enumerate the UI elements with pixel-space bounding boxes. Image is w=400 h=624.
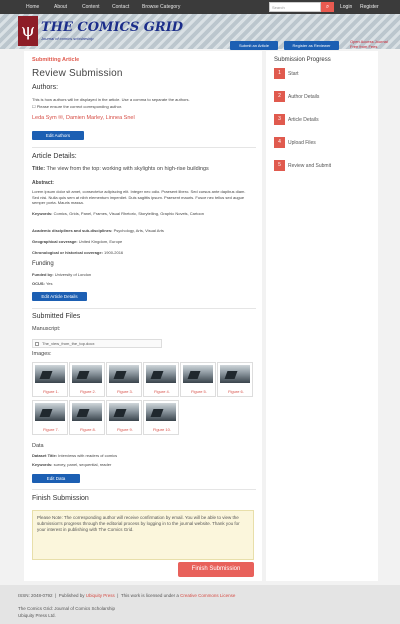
figure-image [35,403,65,421]
mail-icon: ✉ [58,115,63,121]
file-checkbox[interactable] [35,341,39,346]
abstract-text: Lorem ipsum dolor sit amet, consectetur … [32,189,246,205]
grant-info: OCUS: Yes [32,281,53,286]
search-input[interactable]: Search [269,2,321,12]
nav-home[interactable]: Home [26,4,39,10]
nav-contact[interactable]: Contact [112,4,129,10]
figure-image [183,365,213,383]
page-title: Review Submission [32,68,123,79]
progress-step-upload-files[interactable]: 4 Upload Files [274,137,374,149]
figure-image [109,403,139,421]
funding-heading: Funding [32,261,54,267]
funded-by: Funded by: University of London [32,272,92,277]
footer-info: ISSN: 2048-0792 | Published by Ubiquity … [18,593,236,598]
figure-image [35,365,65,383]
geo-coverage: Geographical coverage: United Kingdom, E… [32,239,123,244]
nav-browse[interactable]: Browse Category [142,4,180,10]
data-keywords: Keywords: survey, panel, sequential, rea… [32,462,112,467]
figure-thumbnail[interactable]: Figure 5. [180,362,216,397]
divider [32,489,256,490]
author-name[interactable]: Damien Marley [66,115,103,121]
figure-thumbnail[interactable]: Figure 7. [32,400,68,435]
submission-progress-sidebar: Submission Progress 1 Start 2 Author Det… [266,51,378,581]
top-nav: Home About Content Contact Browse Catego… [0,0,400,14]
figure-thumbnail[interactable]: Figure 9. [106,400,142,435]
search-icon: ⌕ [325,4,330,10]
footer-publisher: Ubiquity Press Ltd. [18,613,56,618]
divider [32,147,256,148]
images-label: Images: [32,351,52,357]
data-label: Data [32,443,44,449]
keywords: Keywords: Comics, Grids, Panel, Frames, … [32,211,205,216]
authors-heading: Authors: [32,84,59,91]
journal-logo[interactable]: ψ [18,16,38,46]
site-footer: ISSN: 2048-0792 | Published by Ubiquity … [0,585,400,624]
authors-note-2: ☐ Please ensure the correct correspondin… [32,104,123,109]
author-name[interactable]: Linnea Snel [106,115,135,121]
figure-thumbnail[interactable]: Figure 10. [143,400,179,435]
license-link[interactable]: Creative Commons License [180,593,235,598]
details-heading: Article Details: [32,153,77,160]
edit-data-button[interactable]: Edit Data [32,474,80,483]
breadcrumb: Submitting Article [32,57,80,63]
disciplines: Academic disciplines and sub-disciplines… [32,228,164,233]
figure-image [146,403,176,421]
search-button[interactable]: ⌕ [321,2,334,12]
figure-image [72,403,102,421]
figure-image [220,365,250,383]
footer-journal: The Comics Grid: Journal of Comics Schol… [18,606,116,611]
open-access-badge: Open Access Journal Free from Fees [350,39,388,49]
image-grid: Figure 1. Figure 2. Figure 3. Figure 4. … [32,362,254,436]
finish-notice: Please Note: The corresponding author wi… [32,510,254,560]
chrono-coverage: Chronological or historical coverage: 19… [32,250,124,255]
journal-subtitle: Journal of comics scholarship [41,36,94,41]
progress-step-article-details[interactable]: 3 Article Details [274,114,374,126]
register-link[interactable]: Register [360,4,379,10]
nav-about[interactable]: About [54,4,67,10]
edit-details-button[interactable]: Edit Article Details [32,292,87,301]
progress-step-author-details[interactable]: 2 Author Details [274,91,374,103]
figure-thumbnail[interactable]: Figure 4. [143,362,179,397]
progress-step-review-submit[interactable]: 5 Review and Submit [274,160,374,172]
article-title: Title: The view from the top: working wi… [32,166,209,172]
edit-authors-button[interactable]: Edit Authors [32,131,84,140]
manuscript-label: Manuscript: [32,326,61,332]
submit-article-button[interactable]: Submit an Article [230,41,278,50]
figure-thumbnail[interactable]: Figure 2. [69,362,105,397]
site-header: ψ THE COMICS GRID Journal of comics scho… [0,14,400,50]
author-name[interactable]: Leda Sym [32,115,57,121]
finish-submission-button[interactable]: Finish Submission [178,562,254,577]
finish-heading: Finish Submission [32,495,89,502]
figure-thumbnail[interactable]: Figure 6. [217,362,253,397]
figure-image [72,365,102,383]
author-list: Leda Sym ✉, Damien Marley, Linnea Snel [32,115,135,121]
manuscript-file[interactable]: The_view_from_the_top.docx [32,339,162,348]
abstract-label: Abstract: [32,180,54,186]
progress-step-start[interactable]: 1 Start [274,68,374,80]
figure-image [146,365,176,383]
divider [32,308,256,309]
main-panel: Submitting Article Review Submission Aut… [24,51,262,581]
register-reviewer-button[interactable]: Register as Reviewer [284,41,339,50]
figure-thumbnail[interactable]: Figure 1. [32,362,68,397]
figure-thumbnail[interactable]: Figure 3. [106,362,142,397]
publisher-link[interactable]: Ubiquity Press [86,593,115,598]
files-heading: Submitted Files [32,313,81,320]
dataset-title: Dataset Title: Interviews with readers o… [32,453,118,458]
figure-thumbnail[interactable]: Figure 8. [69,400,105,435]
nav-content[interactable]: Content [82,4,100,10]
authors-note: This is how authors will be displayed in… [32,97,190,102]
progress-title: Submission Progress [274,57,331,63]
journal-title: THE COMICS GRID [41,20,184,35]
figure-image [109,365,139,383]
login-link[interactable]: Login [340,4,352,10]
